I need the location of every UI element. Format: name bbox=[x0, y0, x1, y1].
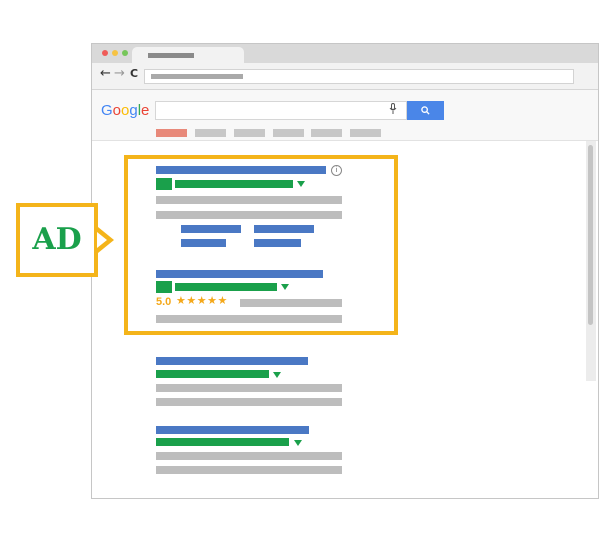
search-header: Google bbox=[92, 90, 598, 141]
organic-result-title[interactable] bbox=[156, 426, 309, 434]
tab-title-placeholder bbox=[148, 53, 194, 58]
logo-letter: G bbox=[101, 102, 113, 119]
browser-tab[interactable] bbox=[132, 47, 244, 63]
result-description-line bbox=[156, 384, 342, 392]
ad-label: AD bbox=[16, 203, 98, 277]
reload-icon[interactable]: C bbox=[130, 66, 138, 82]
logo-letter: g bbox=[129, 102, 138, 119]
result-description-line bbox=[156, 452, 342, 460]
browser-toolbar: ← → C bbox=[92, 63, 598, 90]
forward-arrow-icon[interactable]: → bbox=[114, 66, 125, 82]
search-input[interactable] bbox=[155, 101, 407, 120]
result-description-line bbox=[156, 466, 342, 474]
tab-all[interactable] bbox=[156, 129, 187, 137]
logo-letter: e bbox=[141, 102, 150, 119]
address-bar[interactable] bbox=[144, 69, 574, 84]
organic-result-url[interactable] bbox=[156, 370, 269, 378]
microphone-icon[interactable] bbox=[389, 103, 397, 118]
tab-videos[interactable] bbox=[273, 129, 304, 137]
close-dot-icon[interactable] bbox=[102, 50, 108, 56]
url-dropdown-icon[interactable] bbox=[273, 372, 281, 378]
tab-images[interactable] bbox=[195, 129, 226, 137]
address-text-placeholder bbox=[151, 74, 243, 79]
result-description-line bbox=[156, 398, 342, 406]
google-logo[interactable]: Google bbox=[101, 102, 149, 119]
scrollbar-thumb[interactable] bbox=[588, 145, 593, 325]
search-button[interactable] bbox=[407, 101, 444, 120]
title-bar bbox=[92, 44, 598, 63]
tab-maps[interactable] bbox=[311, 129, 342, 137]
organic-result-url[interactable] bbox=[156, 438, 289, 446]
logo-letter: o bbox=[112, 102, 122, 119]
tab-news[interactable] bbox=[234, 129, 265, 137]
tab-more[interactable] bbox=[350, 129, 381, 137]
url-dropdown-icon[interactable] bbox=[294, 440, 302, 446]
organic-result-title[interactable] bbox=[156, 357, 308, 365]
back-arrow-icon[interactable]: ← bbox=[100, 66, 111, 82]
ad-highlight-box bbox=[124, 155, 398, 335]
maximize-dot-icon[interactable] bbox=[122, 50, 128, 56]
search-icon bbox=[421, 106, 430, 115]
minimize-dot-icon[interactable] bbox=[112, 50, 118, 56]
ad-label-text: AD bbox=[32, 222, 82, 257]
scrollbar[interactable] bbox=[586, 141, 596, 381]
ad-label-pointer-inner bbox=[97, 232, 107, 248]
